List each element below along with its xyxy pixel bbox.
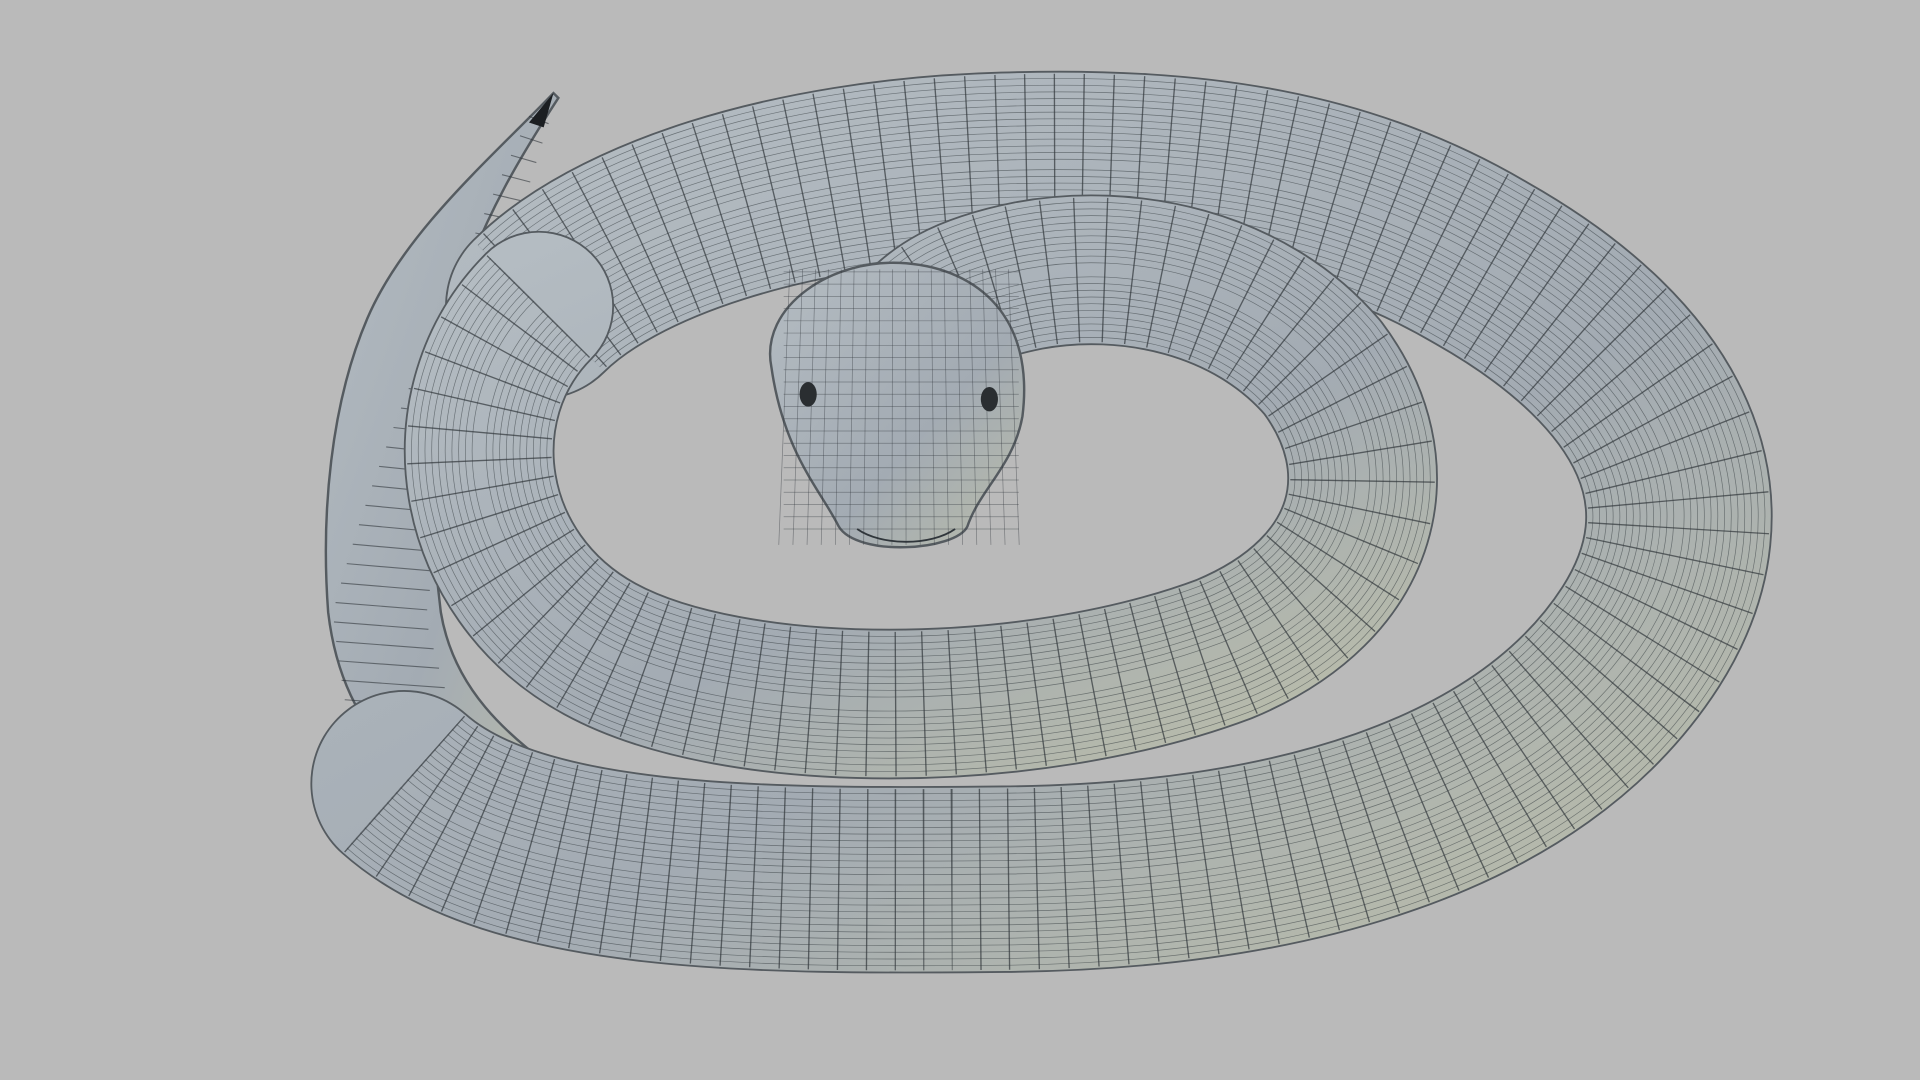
right-eye (980, 386, 998, 412)
left-eye (799, 382, 817, 407)
viewport-render (0, 0, 1920, 1080)
